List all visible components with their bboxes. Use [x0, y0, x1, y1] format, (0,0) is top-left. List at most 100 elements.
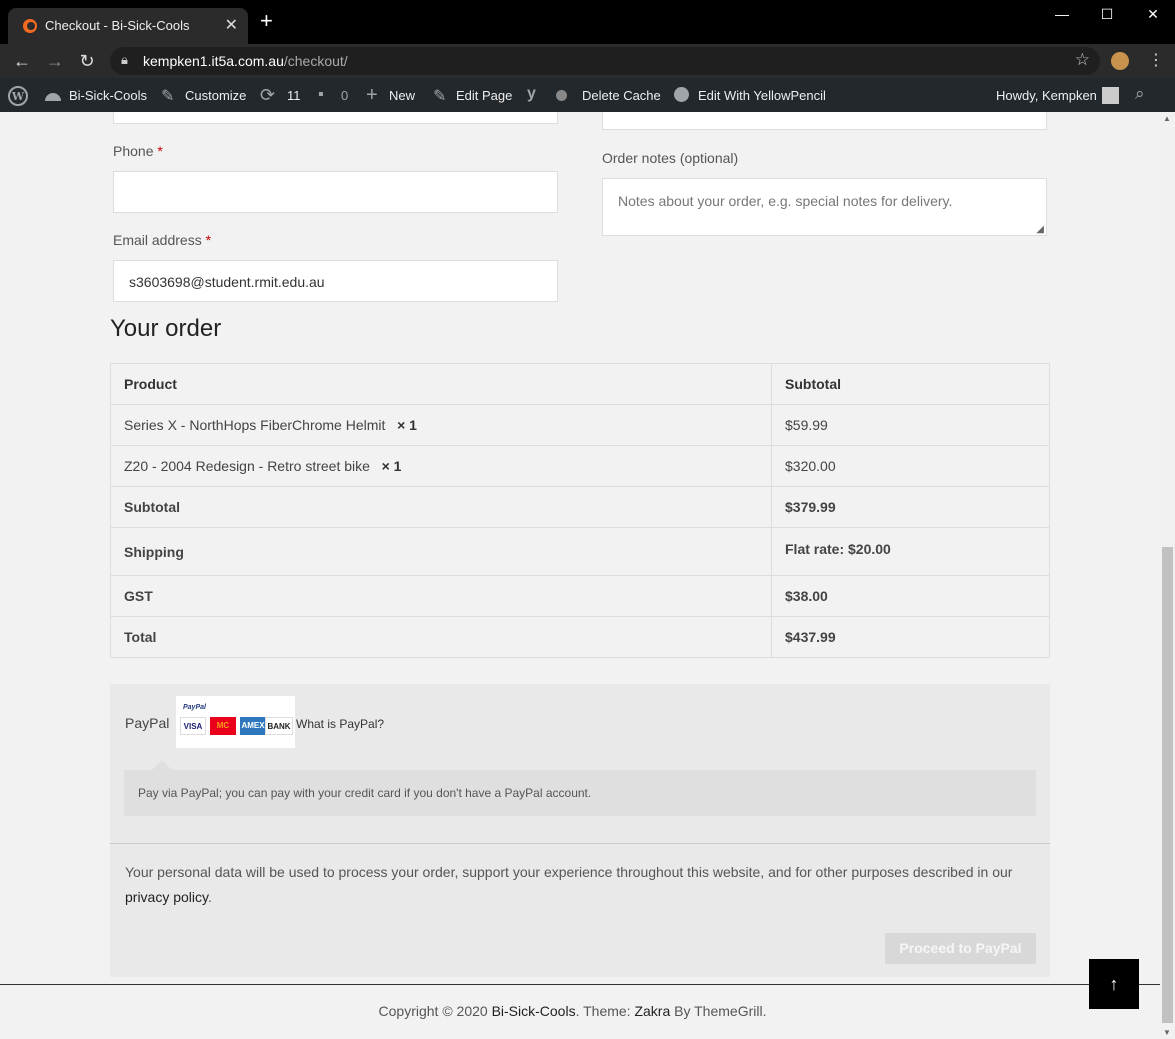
adminbar-howdy[interactable]: Howdy, Kempken: [996, 88, 1097, 103]
reload-icon[interactable]: ↻: [77, 51, 97, 72]
status-dot-icon: [556, 90, 567, 101]
lock-icon: 🔒︎: [121, 52, 128, 67]
divider: [110, 843, 1050, 844]
adminbar-edit-page[interactable]: Edit Page: [456, 88, 512, 103]
table-row: Z20 - 2004 Redesign - Retro street bike …: [110, 445, 1050, 487]
customize-brush-icon: ✎: [161, 88, 175, 105]
paypal-description: Pay via PayPal; you can pay with your cr…: [138, 786, 592, 800]
table-header-row: Product Subtotal: [110, 363, 1050, 405]
your-order-heading: Your order: [110, 315, 222, 342]
phone-field[interactable]: [113, 171, 558, 213]
url-text: kempken1.it5a.com.au/checkout/: [143, 53, 348, 69]
product-column-header: Product: [110, 363, 772, 405]
yoast-icon[interactable]: y: [527, 85, 536, 103]
back-icon[interactable]: ←: [12, 51, 32, 72]
product-price-cell: $320.00: [771, 445, 1050, 487]
notes-placeholder: Notes about your order, e.g. special not…: [618, 193, 953, 209]
paypal-logo-text: PayPal: [183, 704, 206, 711]
footer-theme-link[interactable]: Zakra: [634, 1003, 670, 1019]
proceed-to-paypal-button[interactable]: Proceed to PayPal: [885, 933, 1036, 964]
tab-close-icon[interactable]: ✕: [225, 15, 238, 35]
subtotal-row: Subtotal $379.99: [110, 486, 1050, 528]
site-favicon-icon: [23, 19, 37, 33]
order-notes-textarea[interactable]: Notes about your order, e.g. special not…: [602, 178, 1047, 236]
scroll-up-icon[interactable]: ▲: [1163, 114, 1171, 123]
yellowpencil-icon: [674, 87, 689, 102]
payment-section: PayPal PayPal VISA MC AMEX BANK What is …: [110, 684, 1050, 977]
privacy-policy-link[interactable]: privacy policy: [125, 889, 208, 905]
subtotal-label: Subtotal: [110, 486, 772, 528]
plus-icon: +: [366, 84, 378, 106]
paypal-description-box: Pay via PayPal; you can pay with your cr…: [124, 770, 1036, 816]
arrow-up-icon: ↑: [1109, 974, 1119, 994]
privacy-notice: Your personal data will be used to proce…: [125, 864, 1013, 905]
product-name-cell: Z20 - 2004 Redesign - Retro street bike …: [110, 445, 772, 487]
shipping-value: Flat rate: $20.00: [771, 527, 1050, 576]
subtotal-column-header: Subtotal: [771, 363, 1050, 405]
adminbar-new[interactable]: New: [389, 88, 415, 103]
back-to-top-button[interactable]: ↑: [1089, 959, 1139, 1009]
page-scrollbar[interactable]: ▲ ▼: [1160, 112, 1175, 1039]
adminbar-edit-yellowpencil[interactable]: Edit With YellowPencil: [698, 88, 826, 103]
gst-row: GST $38.00: [110, 575, 1050, 617]
scroll-down-icon[interactable]: ▼: [1163, 1028, 1171, 1037]
gst-label: GST: [110, 575, 772, 617]
shipping-row: Shipping Flat rate: $20.00: [110, 527, 1050, 576]
shipping-label: Shipping: [110, 527, 772, 576]
paypal-logo: PayPal VISA MC AMEX BANK: [176, 696, 295, 748]
adminbar-comments-count[interactable]: 0: [341, 88, 348, 103]
callout-arrow: [152, 760, 172, 770]
email-label: Email address *: [113, 232, 212, 248]
what-is-paypal-link[interactable]: What is PayPal?: [296, 717, 384, 731]
menu-kebab-icon[interactable]: ⋮: [1148, 50, 1164, 70]
total-value: $437.99: [771, 616, 1050, 658]
close-window-icon[interactable]: ✕: [1143, 6, 1163, 23]
new-tab-button[interactable]: +: [260, 10, 273, 32]
comments-icon: ▪: [318, 86, 324, 103]
gst-value: $38.00: [771, 575, 1050, 617]
profile-avatar[interactable]: [1111, 52, 1129, 70]
email-value: s3603698@student.rmit.edu.au: [129, 274, 325, 290]
bookmark-star-icon[interactable]: ☆: [1075, 50, 1090, 70]
subtotal-value: $379.99: [771, 486, 1050, 528]
total-row: Total $437.99: [110, 616, 1050, 658]
amex-icon: AMEX: [240, 717, 266, 735]
product-name-cell: Series X - NorthHops FiberChrome Helmit …: [110, 404, 772, 446]
footer-site-link[interactable]: Bi-Sick-Cools: [492, 1003, 576, 1019]
email-field[interactable]: s3603698@student.rmit.edu.au: [113, 260, 558, 302]
search-icon[interactable]: ⌕: [1135, 84, 1145, 104]
url-field[interactable]: 🔒︎ kempken1.it5a.com.au/checkout/ ☆: [110, 47, 1100, 75]
browser-tab-bar: Checkout - Bi-Sick-Cools ✕ + — ☐ ✕: [0, 0, 1175, 44]
adminbar-delete-cache[interactable]: Delete Cache: [582, 88, 661, 103]
order-notes-label: Order notes (optional): [602, 150, 739, 166]
page-content: 3056 Phone * Order notes (optional) Note…: [0, 112, 1160, 1039]
visa-icon: VISA: [180, 717, 206, 735]
svg-text:W: W: [11, 90, 25, 103]
phone-label: Phone *: [113, 143, 163, 159]
address-field-partial[interactable]: [113, 112, 558, 124]
table-row: Series X - NorthHops FiberChrome Helmit …: [110, 404, 1050, 446]
forward-icon[interactable]: →: [45, 51, 65, 72]
footer-copyright: Copyright © 2020 Bi-Sick-Cools. Theme: Z…: [378, 1003, 767, 1019]
minimize-icon[interactable]: —: [1052, 6, 1072, 22]
bank-icon: BANK: [265, 717, 293, 735]
wp-admin-bar: W Bi-Sick-Cools ✎ Customize ⟳ 11 ▪ 0 + N…: [0, 78, 1175, 112]
product-price-cell: $59.99: [771, 404, 1050, 446]
order-review-table: Product Subtotal Series X - NorthHops Fi…: [110, 363, 1050, 658]
mastercard-icon: MC: [210, 717, 236, 735]
total-label: Total: [110, 616, 772, 658]
resize-handle-icon[interactable]: ◢: [1036, 224, 1044, 235]
postcode-field[interactable]: 3056: [602, 112, 1047, 130]
browser-tab[interactable]: Checkout - Bi-Sick-Cools ✕: [8, 8, 248, 44]
address-bar: ← → ↻ 🔒︎ kempken1.it5a.com.au/checkout/ …: [0, 44, 1175, 78]
edit-pencil-icon: ✎: [433, 88, 447, 105]
adminbar-site-name[interactable]: Bi-Sick-Cools: [69, 88, 147, 103]
adminbar-customize[interactable]: Customize: [185, 88, 246, 103]
user-avatar[interactable]: [1102, 87, 1119, 104]
maximize-icon[interactable]: ☐: [1097, 6, 1117, 23]
adminbar-updates-count[interactable]: 11: [287, 88, 301, 103]
tab-title: Checkout - Bi-Sick-Cools: [45, 18, 190, 33]
wordpress-icon[interactable]: W: [8, 86, 28, 106]
paypal-method-label[interactable]: PayPal: [125, 715, 169, 731]
scroll-thumb[interactable]: [1162, 547, 1173, 1023]
